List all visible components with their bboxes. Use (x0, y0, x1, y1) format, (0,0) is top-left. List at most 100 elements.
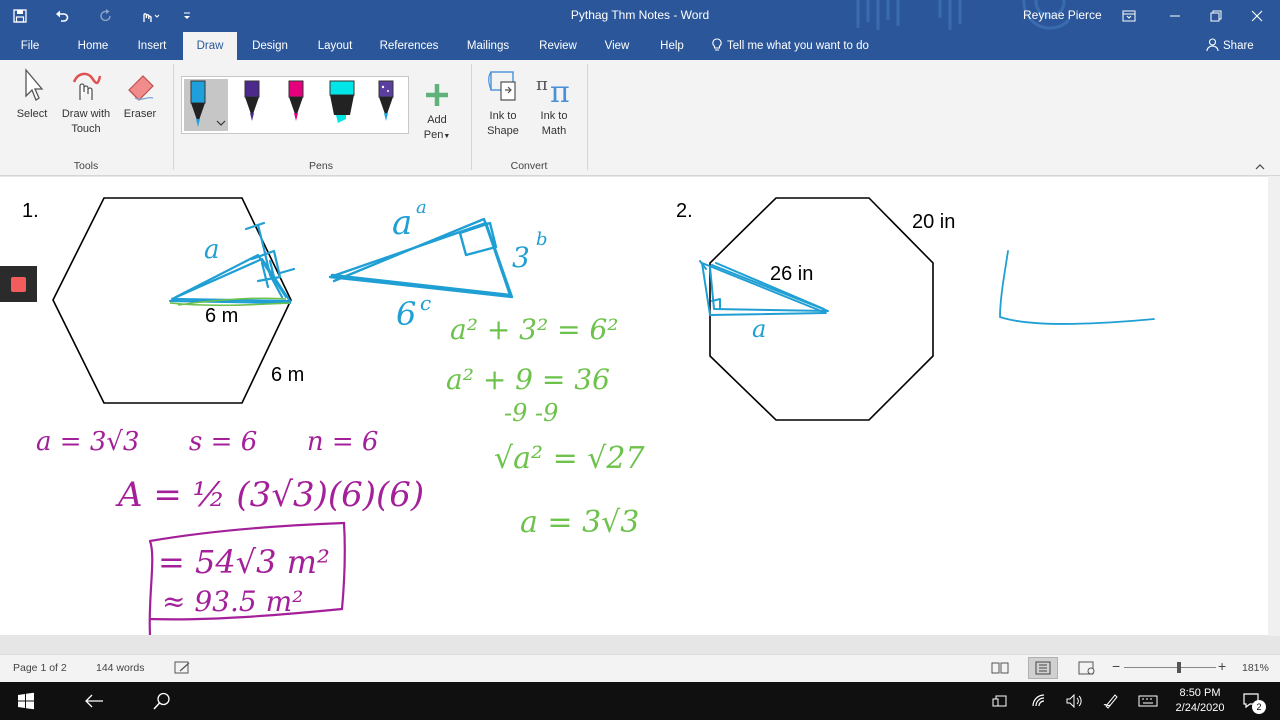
ink-to-shape-button[interactable]: Ink to Shape (480, 68, 526, 139)
blue-ink-hexagon-triangle (168, 221, 296, 305)
tab-help[interactable]: Help (650, 32, 694, 60)
minimize-icon[interactable] (1152, 0, 1198, 32)
problem-2-radius-label: 26 in (770, 263, 814, 285)
ink-to-math-button[interactable]: ππ Ink to Math (532, 68, 576, 139)
draw-with-touch-icon (72, 72, 102, 100)
ribbon-display-options-icon[interactable] (1106, 0, 1152, 32)
ink-to-math-label-2: Math (541, 125, 567, 137)
zoom-slider-thumb[interactable] (1177, 662, 1181, 673)
pen-workspace-icon[interactable] (1100, 682, 1122, 720)
tab-design[interactable]: Design (244, 32, 296, 60)
tab-view[interactable]: View (596, 32, 638, 60)
pen-3[interactable] (280, 79, 312, 131)
green-ink-step-4: √a² = √27 (494, 441, 645, 476)
keyboard-icon[interactable] (1136, 682, 1160, 720)
pen-icon (190, 80, 206, 127)
restore-icon[interactable] (1193, 0, 1239, 32)
word-window: Pythag Thm Notes - Word Reynae Pierce Fi… (0, 0, 1280, 720)
word-count[interactable]: 144 words (96, 662, 144, 674)
tablet-mode-icon[interactable] (988, 682, 1012, 720)
caret-down-icon: ▼ (443, 133, 451, 140)
tab-references[interactable]: References (374, 32, 444, 60)
user-name[interactable]: Reynae Pierce (1023, 8, 1102, 22)
add-pen-button[interactable]: Add Pen▼ (418, 82, 456, 144)
problem-2-side-label: 20 in (912, 211, 956, 233)
proofing-icon[interactable] (174, 661, 192, 675)
collapse-ribbon-icon[interactable] (1255, 163, 1265, 171)
document-page[interactable]: 1. 6 m 6 m 2. 20 in 26 in a a a 3 b 6 c … (0, 177, 1268, 635)
tab-mailings[interactable]: Mailings (458, 32, 518, 60)
back-arrow-icon[interactable] (76, 682, 112, 720)
search-icon[interactable] (144, 682, 180, 720)
share-button[interactable]: Share (1206, 32, 1254, 60)
zoom-out-button[interactable]: − (1112, 658, 1120, 674)
pen-icon (378, 80, 394, 121)
purple-ink-result-approx: ≈ 93.5 m² (162, 585, 304, 618)
undo-icon[interactable] (40, 0, 84, 32)
convert-group-label: Convert (510, 160, 548, 172)
ink-label-c-value: 6 (396, 295, 417, 333)
problem-1-apothem-label: 6 m (205, 305, 239, 327)
select-button[interactable]: Select (12, 68, 52, 122)
ink-label-a-hexagon: a (204, 235, 220, 265)
action-center-icon[interactable]: 2 (1238, 682, 1266, 720)
taskbar-clock[interactable]: 8:50 PM 2/24/2020 (1168, 686, 1232, 716)
web-layout-icon[interactable] (1078, 661, 1096, 675)
green-ink-step-2: a² + 9 = 36 (446, 363, 610, 396)
highlighter[interactable] (324, 79, 360, 131)
add-pen-label-1: Add (427, 114, 447, 126)
pen-icon (288, 80, 304, 121)
zoom-level[interactable]: 181% (1242, 662, 1269, 674)
clock-time: 8:50 PM (1179, 687, 1221, 699)
ink-label-a-superscript: a (416, 197, 427, 218)
notification-count-badge: 2 (1252, 700, 1266, 714)
tab-file[interactable]: File (8, 32, 52, 60)
green-ink-step-3: -9 -9 (504, 399, 559, 427)
tab-home[interactable]: Home (68, 32, 118, 60)
tab-insert[interactable]: Insert (128, 32, 176, 60)
chevron-down-icon[interactable] (216, 119, 226, 127)
ink-label-c-superscript: c (420, 291, 432, 315)
ink-to-shape-label-1: Ink to (489, 110, 517, 122)
tools-group-label: Tools (73, 160, 99, 172)
add-pen-label-2: Pen (423, 129, 444, 141)
ink-label-b-superscript: b (536, 229, 548, 250)
svg-text:π: π (536, 74, 548, 95)
eraser-label: Eraser (123, 108, 157, 120)
record-button[interactable] (0, 266, 37, 302)
redo-icon[interactable] (84, 0, 128, 32)
tell-me-search[interactable]: Tell me what you want to do (711, 32, 869, 60)
clock-date: 2/24/2020 (1175, 702, 1225, 714)
title-bar: Pythag Thm Notes - Word Reynae Pierce (0, 0, 1280, 32)
touch-mode-icon[interactable] (128, 0, 172, 32)
print-layout-button[interactable] (1028, 657, 1058, 679)
tab-layout[interactable]: Layout (308, 32, 362, 60)
volume-icon[interactable] (1064, 682, 1086, 720)
blue-ink-right-angle (999, 250, 1155, 325)
close-icon[interactable] (1234, 0, 1280, 32)
pen-1[interactable] (184, 79, 228, 131)
save-icon[interactable] (0, 0, 40, 32)
pen-2[interactable] (236, 79, 268, 131)
select-arrow-icon (25, 68, 44, 101)
problem-1-number: 1. (22, 200, 39, 222)
green-ink-step-5: a = 3√3 (520, 505, 640, 540)
pen-galaxy[interactable] (370, 79, 402, 131)
customize-icon[interactable] (172, 0, 202, 32)
zoom-in-button[interactable]: + (1218, 658, 1226, 674)
wifi-icon[interactable] (1028, 682, 1050, 720)
tab-review[interactable]: Review (531, 32, 585, 60)
document-canvas[interactable]: 1. 6 m 6 m 2. 20 in 26 in a a a 3 b 6 c … (0, 176, 1280, 636)
tab-draw[interactable]: Draw (183, 32, 237, 60)
problem-2-number: 2. (676, 200, 693, 222)
windows-start-icon[interactable] (0, 682, 52, 720)
purple-ink-formula: A = ½ (3√3)(6)(6) (118, 475, 425, 515)
page-count[interactable]: Page 1 of 2 (13, 662, 67, 674)
read-mode-icon[interactable] (991, 661, 1009, 675)
blue-ink-triangle (328, 217, 514, 299)
zoom-slider[interactable] (1124, 667, 1216, 668)
draw-with-touch-button[interactable]: Draw with Touch (58, 68, 114, 137)
vertical-scrollbar[interactable] (1268, 176, 1280, 636)
eraser-button[interactable]: Eraser (118, 68, 162, 122)
record-stop-icon (11, 277, 26, 292)
